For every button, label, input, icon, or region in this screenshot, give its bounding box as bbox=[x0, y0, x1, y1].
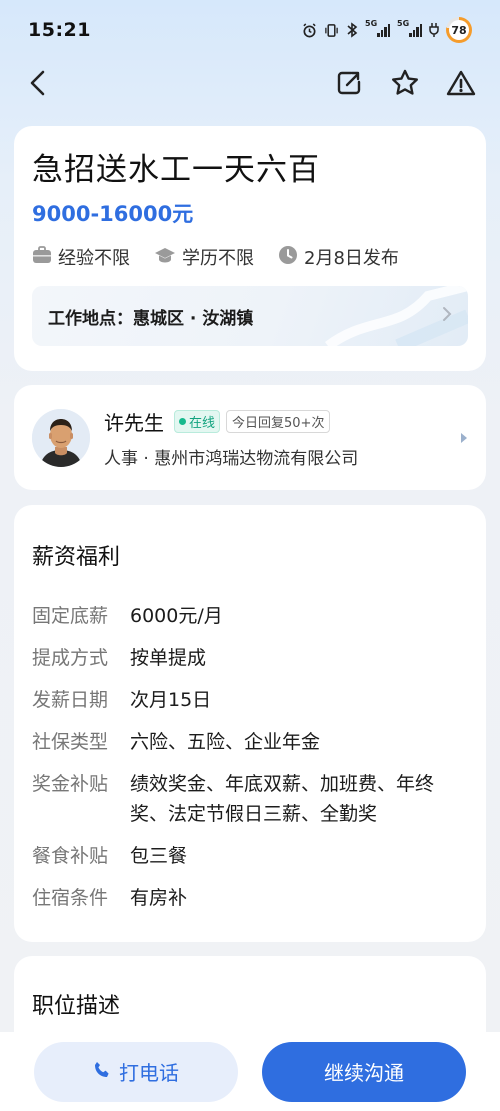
bottom-action-bar: 打电话 继续沟通 bbox=[0, 1032, 500, 1111]
benefit-row: 提成方式 按单提成 bbox=[32, 643, 468, 673]
network-type: 5G bbox=[365, 19, 378, 28]
benefit-value: 六险、五险、企业年金 bbox=[130, 731, 321, 753]
bluetooth-icon bbox=[346, 22, 358, 38]
benefit-label: 社保类型 bbox=[32, 731, 109, 753]
briefcase-icon bbox=[32, 245, 52, 269]
chevron-right-icon bbox=[442, 306, 452, 326]
favorite-button[interactable] bbox=[386, 66, 424, 104]
tag-education: 学历不限 bbox=[154, 244, 254, 270]
benefit-value: 6000元/月 bbox=[130, 605, 223, 627]
share-icon bbox=[335, 69, 363, 101]
benefit-label: 奖金补贴 bbox=[32, 773, 109, 795]
graduation-cap-icon bbox=[154, 246, 176, 269]
tag-publish-date: 2月8日发布 bbox=[278, 244, 399, 270]
online-dot-icon bbox=[179, 417, 186, 425]
benefit-value: 绩效奖金、年底双薪、加班费、年终奖、法定节假日三薪、全勤奖 bbox=[130, 773, 435, 825]
chat-label: 继续沟通 bbox=[324, 1061, 404, 1085]
signal-icon: 5G bbox=[365, 19, 390, 37]
location-text: 工作地点：惠城区 · 汝湖镇 bbox=[48, 308, 254, 329]
back-icon bbox=[28, 70, 50, 100]
benefit-value: 次月15日 bbox=[130, 689, 212, 711]
benefit-row: 发薪日期 次月15日 bbox=[32, 685, 468, 715]
continue-chat-button[interactable]: 继续沟通 bbox=[262, 1041, 466, 1102]
vibrate-icon bbox=[324, 23, 339, 38]
benefit-label: 住宿条件 bbox=[32, 887, 109, 909]
work-location[interactable]: 工作地点：惠城区 · 汝湖镇 bbox=[32, 286, 468, 346]
benefit-value: 按单提成 bbox=[130, 647, 207, 669]
report-button[interactable] bbox=[442, 66, 480, 104]
call-label: 打电话 bbox=[119, 1061, 179, 1085]
recruiter-info: 许先生 在线 今日回复50+次 人事 · 惠州市鸿瑞达物流有限公司 bbox=[104, 407, 358, 469]
reply-rate-badge: 今日回复50+次 bbox=[226, 409, 331, 433]
caret-right-icon bbox=[460, 428, 468, 447]
call-button[interactable]: 打电话 bbox=[34, 1041, 238, 1102]
status-icons: 5G 5G 78 bbox=[302, 17, 472, 43]
status-bar: 15:21 5G 5G 78 bbox=[0, 0, 500, 60]
signal-icon: 5G bbox=[397, 19, 422, 37]
recruiter-card[interactable]: 许先生 在线 今日回复50+次 人事 · 惠州市鸿瑞达物流有限公司 bbox=[14, 385, 486, 490]
benefit-row: 奖金补贴 绩效奖金、年底双薪、加班费、年终奖、法定节假日三薪、全勤奖 bbox=[32, 769, 468, 829]
tag-experience: 经验不限 bbox=[32, 244, 130, 270]
job-card: 急招送水工一天六百 9000-16000元 经验不限 学历不限 2月8日发布 工… bbox=[14, 126, 486, 371]
salary-range: 9000-16000元 bbox=[32, 202, 194, 226]
recruiter-company: 人事 · 惠州市鸿瑞达物流有限公司 bbox=[104, 448, 359, 469]
benefit-row: 固定底薪 6000元/月 bbox=[32, 601, 468, 631]
recruiter-name: 许先生 bbox=[104, 410, 164, 435]
battery-indicator: 78 bbox=[446, 17, 472, 43]
section-title-benefits: 薪资福利 bbox=[32, 539, 153, 571]
benefit-label: 固定底薪 bbox=[32, 605, 109, 627]
tag-label: 2月8日发布 bbox=[304, 248, 399, 269]
benefit-label: 提成方式 bbox=[32, 647, 109, 669]
tag-label: 经验不限 bbox=[58, 248, 130, 269]
tag-label: 学历不限 bbox=[182, 248, 254, 269]
status-time: 15:21 bbox=[28, 19, 91, 41]
job-title: 急招送水工一天六百 bbox=[32, 152, 320, 188]
benefit-value: 包三餐 bbox=[130, 845, 188, 867]
benefits-card: 薪资福利 固定底薪 6000元/月 提成方式 按单提成 发薪日期 次月15日 社… bbox=[14, 505, 486, 942]
share-button[interactable] bbox=[330, 66, 368, 104]
benefit-label: 发薪日期 bbox=[32, 689, 109, 711]
avatar bbox=[32, 408, 90, 467]
network-type: 5G bbox=[397, 19, 410, 28]
star-icon bbox=[390, 68, 420, 102]
charging-icon bbox=[429, 23, 439, 37]
alarm-icon bbox=[302, 22, 317, 38]
benefit-label: 餐食补贴 bbox=[32, 845, 109, 867]
benefit-row: 餐食补贴 包三餐 bbox=[32, 841, 468, 871]
benefit-row: 住宿条件 有房补 bbox=[32, 883, 468, 913]
warning-icon bbox=[446, 69, 476, 101]
battery-level: 78 bbox=[449, 20, 469, 40]
benefit-row: 社保类型 六险、五险、企业年金 bbox=[32, 727, 468, 757]
online-badge: 在线 bbox=[174, 409, 221, 433]
back-button[interactable] bbox=[20, 66, 58, 104]
section-title-description: 职位描述 bbox=[32, 988, 153, 1020]
nav-bar bbox=[0, 60, 500, 110]
clock-icon bbox=[278, 245, 298, 270]
benefits-list: 固定底薪 6000元/月 提成方式 按单提成 发薪日期 次月15日 社保类型 六… bbox=[32, 601, 468, 913]
job-tags: 经验不限 学历不限 2月8日发布 bbox=[32, 244, 468, 270]
phone-icon bbox=[93, 1060, 111, 1084]
benefit-value: 有房补 bbox=[130, 887, 188, 909]
online-label: 在线 bbox=[189, 415, 216, 431]
